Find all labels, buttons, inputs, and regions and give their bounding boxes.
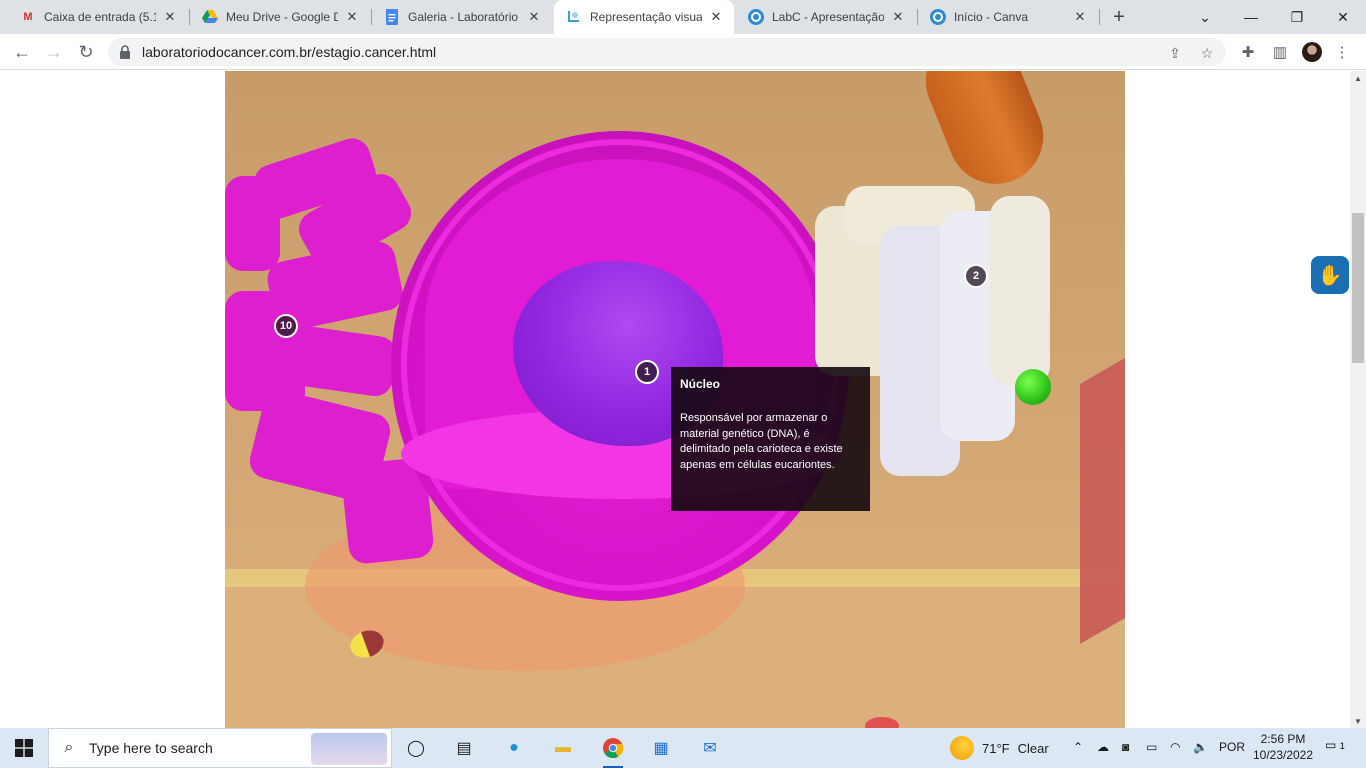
onedrive-cloud-icon[interactable]: ☁ (1097, 740, 1109, 754)
ribosome-model[interactable] (865, 717, 899, 728)
close-icon[interactable]: ✕ (708, 9, 724, 25)
tab-separator (1099, 9, 1100, 25)
file-explorer-icon[interactable]: ▬ (547, 732, 579, 764)
weather-condition: Clear (1017, 740, 1049, 756)
tab-galeria[interactable]: Galeria - Laboratório d ✕ (372, 0, 552, 34)
address-bar[interactable]: laboratoriodocancer.com.br/estagio.cance… (108, 38, 1226, 66)
tab-title: Galeria - Laboratório d (408, 10, 520, 24)
tab-title: Caixa de entrada (5.17 (44, 10, 156, 24)
close-icon[interactable]: ✕ (162, 9, 178, 25)
tab-title: Meu Drive - Google D (226, 10, 338, 24)
new-tab-button[interactable]: + (1108, 6, 1130, 28)
show-hidden-icons-chevron-icon[interactable]: ⌃ (1073, 740, 1083, 754)
menu-kebab-icon[interactable]: ⋮ (1332, 42, 1352, 62)
tooltip-title: Núcleo (680, 377, 721, 391)
taskbar-search-box[interactable]: ⌕ Type here to search (48, 728, 392, 768)
clock-date: 10/23/2022 (1252, 748, 1314, 762)
tab-title: Representação visual d (590, 10, 702, 24)
weather-widget[interactable]: 71°F Clear (950, 728, 1049, 768)
web-page: 1 2 10 Núcleo Responsável por armazenar … (0, 71, 1350, 728)
url-text: laboratoriodocancer.com.br/estagio.cance… (142, 44, 437, 60)
input-language[interactable]: POR (1219, 740, 1245, 754)
microsoft-store-icon[interactable]: ▦ (645, 732, 677, 764)
weather-moon-icon (950, 736, 974, 760)
wifi-icon[interactable]: ◠ (1170, 740, 1180, 754)
hotspot-marker-1[interactable]: 1 (635, 360, 659, 384)
weather-temperature: 71°F (982, 740, 1010, 756)
search-icon: ⌕ (64, 739, 74, 756)
side-panel-icon[interactable]: ▥ (1270, 42, 1290, 62)
search-placeholder: Type here to search (89, 740, 213, 756)
browser-toolbar: ← → ↻ laboratoriodocancer.com.br/estagio… (0, 34, 1366, 70)
google-drive-icon (202, 9, 218, 25)
close-icon[interactable]: ✕ (1072, 9, 1088, 25)
tab-drive[interactable]: Meu Drive - Google D ✕ (190, 0, 370, 34)
sign-language-hands-icon: ✋ (1317, 264, 1343, 287)
close-icon[interactable]: ✕ (526, 9, 542, 25)
vesicle-model[interactable] (1015, 369, 1051, 405)
widgets-icon[interactable]: ▤ (448, 732, 480, 764)
system-clock[interactable]: 2:56 PM 10/23/2022 (1250, 731, 1316, 763)
scroll-down-arrow-icon[interactable]: ▼ (1350, 714, 1366, 728)
vlibras-accessibility-button[interactable]: ✋ (1311, 256, 1349, 294)
close-icon[interactable]: ✕ (890, 9, 906, 25)
chrome-icon[interactable] (597, 732, 629, 768)
tab-strip: M Caixa de entrada (5.17 ✕ Meu Drive - G… (0, 0, 1366, 34)
canva-icon (930, 9, 946, 25)
tab-gmail[interactable]: M Caixa de entrada (5.17 ✕ (8, 0, 188, 34)
volume-icon[interactable]: 🔈 (1193, 740, 1208, 754)
canva-icon (748, 9, 764, 25)
minimize-button[interactable]: — (1228, 0, 1274, 34)
forward-button[interactable]: → (40, 38, 68, 66)
notification-icon: ▭ (1325, 738, 1337, 752)
hotspot-marker-10[interactable]: 10 (274, 314, 298, 338)
battery-icon[interactable]: ▭ (1146, 740, 1157, 754)
bookmark-star-icon[interactable]: ☆ (1198, 44, 1216, 62)
tab-labc-apresentacao[interactable]: LabC - Apresentação ✕ (736, 0, 916, 34)
notification-count: 1 (1339, 741, 1345, 751)
start-button[interactable] (0, 728, 48, 768)
gmail-icon: M (23, 11, 33, 23)
clock-time: 2:56 PM (1260, 732, 1306, 746)
share-icon[interactable]: ⇪ (1166, 44, 1184, 62)
google-docs-icon (384, 9, 400, 25)
scrollbar-thumb[interactable] (1352, 213, 1364, 363)
close-window-button[interactable]: ✕ (1320, 0, 1366, 34)
close-icon[interactable]: ✕ (344, 9, 360, 25)
lock-icon (120, 45, 130, 59)
meet-now-icon[interactable]: ◙ (1122, 740, 1129, 754)
organelle-tooltip: Núcleo Responsável por armazenar o mater… (671, 367, 870, 511)
cell-3d-viewer[interactable]: 1 2 10 Núcleo Responsável por armazenar … (225, 71, 1125, 728)
search-highlight-image (311, 733, 387, 765)
edge-browser-icon[interactable]: ● (498, 732, 530, 764)
tab-title: Início - Canva (954, 10, 1029, 24)
tab-canva[interactable]: Início - Canva ✕ (918, 0, 1098, 34)
cell-membrane-wall (1080, 358, 1125, 644)
notification-center-button[interactable]: ▭ 1 (1325, 738, 1347, 758)
mitochondrion-model[interactable] (911, 71, 1058, 199)
labc-icon (566, 9, 582, 25)
restore-button[interactable]: ❐ (1274, 0, 1320, 34)
tab-title: LabC - Apresentação (772, 10, 884, 24)
scroll-up-arrow-icon[interactable]: ▲ (1350, 71, 1366, 85)
task-view-icon[interactable]: ◯ (400, 732, 432, 764)
back-button[interactable]: ← (8, 38, 36, 66)
extensions-puzzle-icon[interactable]: ✚ (1238, 42, 1258, 62)
hotspot-marker-2[interactable]: 2 (964, 264, 988, 288)
page-scrollbar[interactable]: ▲ ▼ (1350, 71, 1366, 728)
windows-logo-icon (15, 739, 33, 757)
reload-button[interactable]: ↻ (72, 38, 100, 66)
profile-avatar[interactable] (1302, 42, 1322, 62)
windows-taskbar: ⌕ Type here to search ◯ ▤ ● ▬ ▦ ✉ 71°F C… (0, 728, 1366, 768)
tab-representacao[interactable]: Representação visual d ✕ (554, 0, 734, 34)
tooltip-description: Responsável por armazenar o material gen… (680, 412, 843, 471)
mail-icon[interactable]: ✉ (694, 732, 726, 764)
tab-search-chevron-icon[interactable]: ⌄ (1182, 0, 1228, 34)
